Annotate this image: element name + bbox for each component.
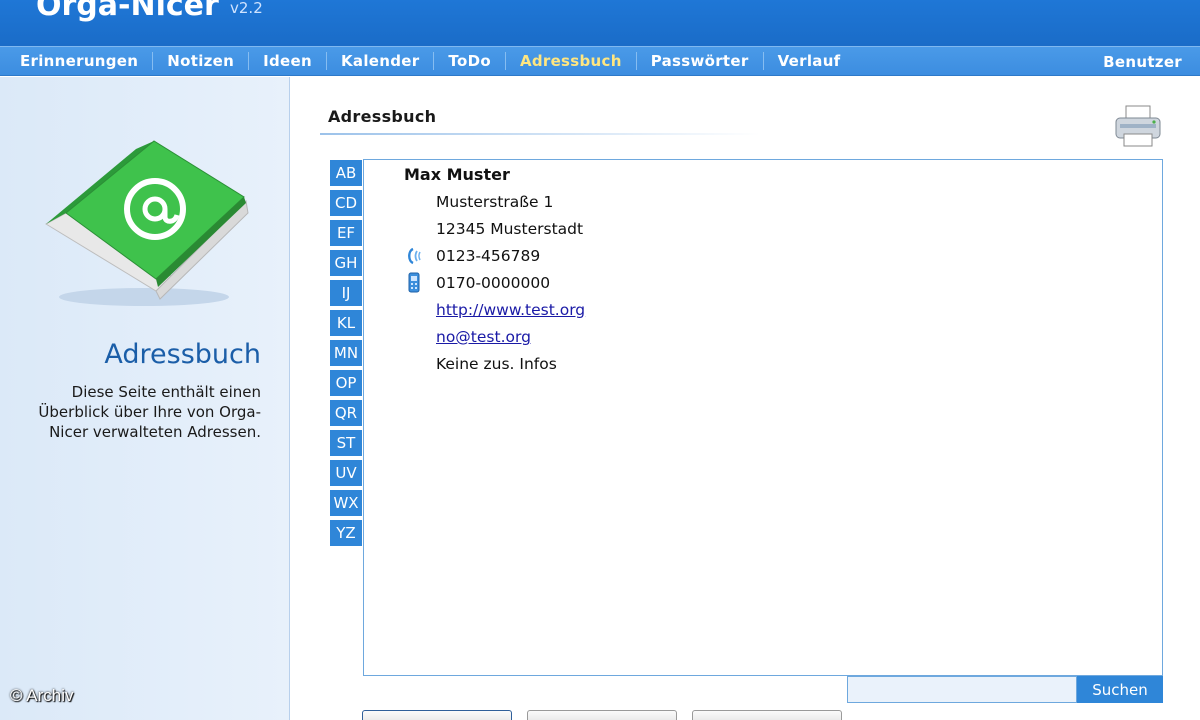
contact-city: 12345 Musterstadt bbox=[436, 220, 584, 238]
search-button[interactable]: Suchen bbox=[1077, 676, 1163, 703]
contact-phone: 0123-456789 bbox=[436, 247, 541, 265]
bottom-button-1[interactable] bbox=[362, 710, 512, 720]
alpha-tab-ab[interactable]: AB bbox=[330, 160, 362, 186]
sidebar: Adressbuch Diese Seite enthält einen Übe… bbox=[0, 77, 290, 720]
contact-panel: Max Muster Musterstraße 1 12345 Musterst… bbox=[363, 159, 1163, 676]
address-book-icon bbox=[45, 140, 249, 306]
alpha-tab-qr[interactable]: QR bbox=[330, 400, 362, 426]
alpha-tab-uv[interactable]: UV bbox=[330, 460, 362, 486]
contact-info: Keine zus. Infos bbox=[436, 355, 557, 373]
nav-item-verlauf[interactable]: Verlauf bbox=[764, 52, 855, 70]
alpha-tab-kl[interactable]: KL bbox=[330, 310, 362, 336]
app-header: Orga-Nicer v2.2 bbox=[0, 0, 1200, 46]
app-title: Orga-Nicer bbox=[36, 0, 219, 23]
contact-mobile: 0170-0000000 bbox=[436, 274, 551, 292]
contact-name: Max Muster bbox=[404, 165, 510, 184]
contact-street: Musterstraße 1 bbox=[436, 193, 554, 211]
alpha-tab-st[interactable]: ST bbox=[330, 430, 362, 456]
contact-website-link[interactable]: http://www.test.org bbox=[436, 301, 585, 319]
nav-item-benutzer[interactable]: Benutzer bbox=[1103, 53, 1182, 71]
alpha-tab-ef[interactable]: EF bbox=[330, 220, 362, 246]
alpha-tab-yz[interactable]: YZ bbox=[330, 520, 362, 546]
phone-icon bbox=[408, 247, 421, 265]
alpha-tab-ij[interactable]: IJ bbox=[330, 280, 362, 306]
alpha-tab-wx[interactable]: WX bbox=[330, 490, 362, 516]
alpha-tab-gh[interactable]: GH bbox=[330, 250, 362, 276]
printer-icon[interactable] bbox=[1114, 104, 1162, 148]
page-title: Adressbuch bbox=[328, 107, 437, 126]
alpha-tab-cd[interactable]: CD bbox=[330, 190, 362, 216]
search-input[interactable] bbox=[847, 676, 1077, 703]
nav-item-adressbuch[interactable]: Adressbuch bbox=[506, 52, 637, 70]
alpha-tab-mn[interactable]: MN bbox=[330, 340, 362, 366]
main-nav: Erinnerungen Notizen Ideen Kalender ToDo… bbox=[0, 46, 1200, 76]
nav-item-todo[interactable]: ToDo bbox=[434, 52, 506, 70]
bottom-button-2[interactable] bbox=[527, 710, 677, 720]
alpha-tab-op[interactable]: OP bbox=[330, 370, 362, 396]
nav-item-notizen[interactable]: Notizen bbox=[153, 52, 250, 70]
nav-item-erinnerungen[interactable]: Erinnerungen bbox=[0, 52, 154, 70]
app-version: v2.2 bbox=[230, 0, 263, 17]
contact-email-link[interactable]: no@test.org bbox=[436, 328, 531, 346]
mobile-phone-icon bbox=[408, 272, 420, 293]
nav-item-ideen[interactable]: Ideen bbox=[249, 52, 327, 70]
alphabet-tabs: AB CD EF GH IJ KL MN OP QR ST UV WX YZ bbox=[330, 160, 363, 550]
sidebar-description: Diese Seite enthält einen Überblick über… bbox=[38, 383, 261, 441]
sidebar-title: Adressbuch bbox=[104, 339, 261, 370]
nav-item-kalender[interactable]: Kalender bbox=[327, 52, 435, 70]
nav-item-passwoerter[interactable]: Passwörter bbox=[637, 52, 764, 70]
title-divider bbox=[320, 133, 760, 135]
copyright-watermark: © Archiv bbox=[10, 686, 74, 705]
bottom-button-3[interactable] bbox=[692, 710, 842, 720]
